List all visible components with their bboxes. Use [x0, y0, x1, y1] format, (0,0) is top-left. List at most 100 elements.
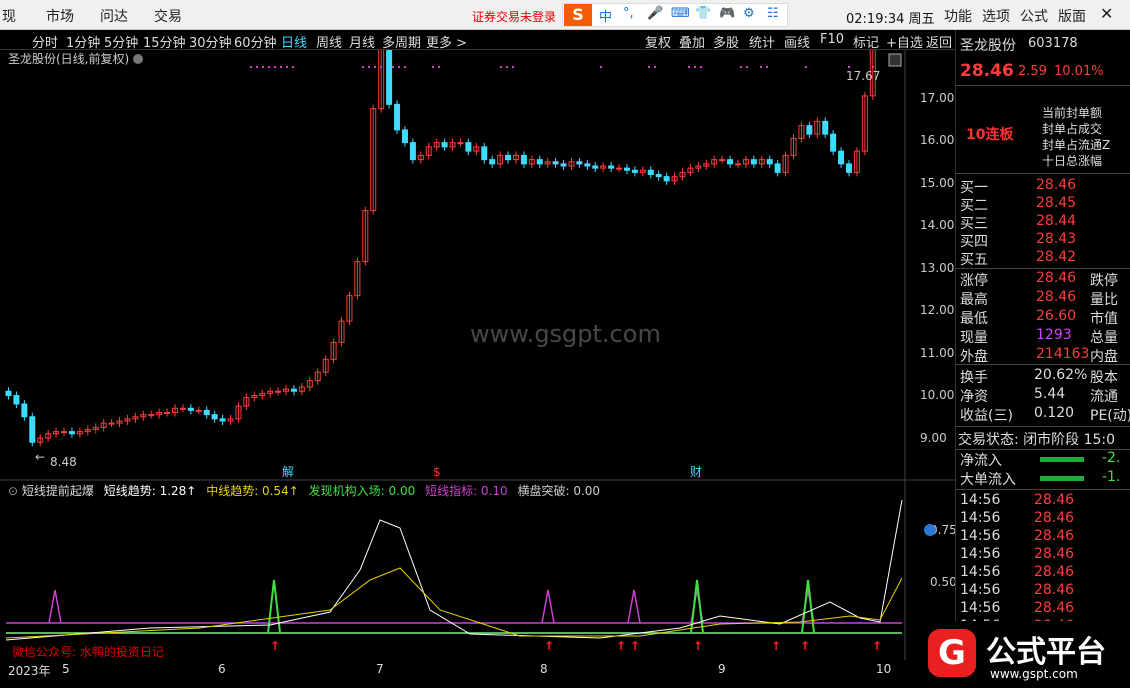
signal-dot — [760, 66, 762, 68]
tab-15min[interactable]: 15分钟 — [143, 32, 186, 51]
zoom-icon[interactable] — [888, 53, 902, 67]
tab-monthly[interactable]: 月线 — [349, 32, 375, 51]
tab-60min[interactable]: 60分钟 — [234, 32, 277, 51]
chart-settings-icon[interactable] — [133, 54, 143, 64]
clock: 02:19:34 周五 — [846, 12, 935, 27]
buy-arrow-icon: ↑ — [630, 639, 640, 653]
kline-chart[interactable]: 圣龙股份(日线,前复权) 17.00 16.00 15.00 14.00 13.00 12… — [0, 50, 955, 660]
tab-daily[interactable]: 日线 — [281, 32, 307, 51]
high-price-label: 17.67 — [846, 69, 880, 83]
ime-chinese-icon[interactable]: 中 — [599, 6, 612, 25]
back-button[interactable]: 返回 — [926, 32, 952, 51]
bid-label: 买三 — [960, 216, 988, 232]
candle-body — [29, 416, 36, 443]
candle-body — [457, 142, 464, 145]
seal-label-amount: 当前封单额 — [1042, 106, 1103, 120]
candle-body — [211, 414, 218, 420]
ime-punct-icon[interactable]: °, — [623, 6, 634, 21]
restore-rights-button[interactable]: 复权 — [645, 32, 671, 51]
stat-label-right: 内盘 — [1090, 349, 1118, 365]
stat-label: 现量 — [960, 330, 988, 346]
toolbox-icon[interactable]: ☷ — [767, 6, 779, 21]
menu-item-options[interactable]: 选项 — [982, 6, 1010, 26]
dividend-marker[interactable]: $ — [433, 465, 441, 479]
fund-value: 0.120 — [1034, 405, 1075, 421]
indicator-name[interactable]: 短线提前起爆 — [22, 484, 94, 498]
signal-dot — [432, 66, 434, 68]
flow-value: -1. — [1102, 469, 1121, 485]
sogou-logo-icon[interactable]: S — [564, 4, 592, 26]
candles — [5, 50, 876, 447]
keyboard-icon[interactable]: ⌨ — [671, 6, 690, 21]
tab-weekly[interactable]: 周线 — [316, 32, 342, 51]
indicator-legend: ⊙ 短线提前起爆 短线趋势: 1.28↑ 中线趋势: 0.54↑ 发现机构入场:… — [8, 482, 600, 499]
indicator-pane: ↑ ↑ ↑ ↑ ↑ ↑ ↑ ↑ — [5, 499, 903, 653]
short-index-value: 短线指标: 0.10 — [425, 484, 508, 498]
finance-marker[interactable]: 财 — [690, 465, 702, 479]
candle-body — [21, 403, 28, 418]
add-watchlist-button[interactable]: +自选 — [886, 32, 923, 51]
candle-body — [719, 159, 726, 162]
tab-more[interactable]: 更多 > — [426, 32, 467, 51]
unlock-marker[interactable]: 解 — [282, 465, 294, 479]
wechat-note: 微信公众号: 水鸭的投资日记 — [12, 644, 164, 659]
candle-body — [465, 142, 472, 152]
statistics-button[interactable]: 统计 — [749, 32, 775, 51]
signal-dot — [600, 66, 602, 68]
bid-price: 28.42 — [1036, 249, 1077, 265]
candle-body — [536, 159, 543, 165]
multi-stock-button[interactable]: 多股 — [713, 32, 739, 51]
tab-multi-period[interactable]: 多周期 — [382, 32, 421, 51]
candle-body — [61, 431, 68, 434]
skin-icon[interactable]: 👕 — [695, 6, 711, 21]
signal-dot — [292, 66, 294, 68]
xaxis-label-may: 5 — [62, 662, 70, 676]
f10-button[interactable]: F10 — [820, 32, 844, 47]
login-warning[interactable]: 证券交易未登录 — [472, 8, 556, 25]
tick-time: 14:56 — [960, 564, 1001, 580]
menu-item-layout[interactable]: 版面 — [1058, 6, 1086, 26]
info-icon[interactable] — [924, 524, 936, 536]
indicator-settings-icon[interactable]: ⊙ — [8, 484, 22, 498]
stat-value: 28.46 — [1036, 270, 1077, 286]
mark-button[interactable]: 标记 — [853, 32, 879, 51]
tab-minute-chart[interactable]: 分时 — [32, 32, 58, 51]
fund-label: 换手 — [960, 370, 988, 386]
menu-item-trade[interactable]: 交易 — [154, 6, 182, 26]
candle-body — [520, 154, 527, 165]
draw-line-button[interactable]: 画线 — [784, 32, 810, 51]
tick-price: 28.46 — [1034, 600, 1075, 616]
short-trend-line — [5, 499, 903, 641]
logo-text: 公式平台 — [986, 635, 1106, 670]
mid-trend-line — [5, 567, 903, 639]
settings-icon[interactable]: ⚙ — [743, 6, 755, 21]
signal-dot — [250, 66, 252, 68]
close-icon[interactable]: ✕ — [1100, 4, 1113, 23]
tab-1min[interactable]: 1分钟 — [66, 32, 100, 51]
signal-dot — [700, 66, 702, 68]
candle-body — [584, 163, 591, 167]
menu-item-wenda[interactable]: 问达 — [100, 6, 128, 26]
overlay-button[interactable]: 叠加 — [679, 32, 705, 51]
fund-value: 20.62% — [1034, 367, 1088, 383]
candle-body — [838, 150, 845, 165]
menu-item-function[interactable]: 功能 — [944, 6, 972, 26]
price-scale: 17.00 16.00 15.00 14.00 13.00 12.00 11.00 10.00… — [920, 91, 954, 445]
seal-label-tenday: 十日总涨幅 — [1042, 154, 1103, 168]
menu-item-discover[interactable]: 现 — [2, 6, 16, 26]
buy-arrow-icon: ↑ — [693, 639, 703, 653]
stat-value: 28.46 — [1036, 289, 1077, 305]
tab-30min[interactable]: 30分钟 — [189, 32, 232, 51]
xaxis-label-jul: 7 — [376, 662, 384, 676]
tab-5min[interactable]: 5分钟 — [104, 32, 138, 51]
stat-label-right: 市值 — [1090, 311, 1118, 327]
menu-item-formula[interactable]: 公式 — [1020, 6, 1048, 26]
candle-body — [592, 165, 599, 169]
game-icon[interactable]: 🎮 — [719, 6, 735, 21]
microphone-icon[interactable]: 🎤 — [647, 6, 663, 21]
short-index-spike — [627, 589, 641, 624]
menu-item-market[interactable]: 市场 — [46, 6, 74, 26]
price-label: 11.00 — [920, 346, 954, 360]
signal-dot — [392, 66, 394, 68]
low-arrow-icon: ← — [35, 450, 45, 464]
